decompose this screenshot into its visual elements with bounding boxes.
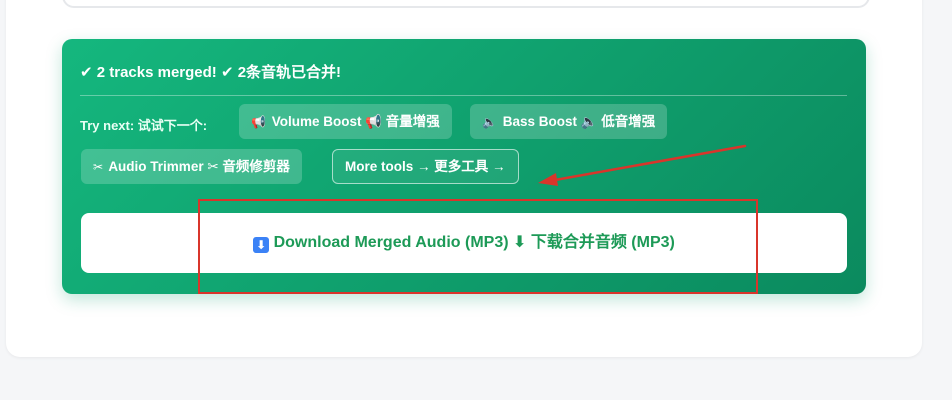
bass-boost-button[interactable]: 🔈 Bass Boost 🔈 低音增强: [470, 104, 668, 139]
volume-boost-button[interactable]: 📢 Volume Boost 📢 音量增强: [239, 104, 452, 139]
audio-trimmer-label: Audio Trimmer ✂ 音频修剪器: [108, 159, 290, 174]
divider: [80, 95, 847, 96]
try-next-label: Try next: 试试下一个:: [80, 118, 208, 133]
annotation-highlight-box: [198, 199, 758, 294]
scissors-icon: ✂: [93, 160, 104, 174]
speaker-icon: 🔈: [482, 115, 497, 129]
success-message: ✔ 2 tracks merged! ✔ 2条音轨已合并!: [80, 64, 342, 81]
more-tools-button[interactable]: More tools → 更多工具 →: [332, 149, 519, 184]
previous-section-box: [62, 0, 870, 8]
bass-boost-label: Bass Boost 🔈 低音增强: [502, 114, 656, 129]
megaphone-icon: 📢: [251, 115, 266, 129]
volume-boost-label: Volume Boost 📢 音量增强: [271, 114, 440, 129]
audio-trimmer-button[interactable]: ✂ Audio Trimmer ✂ 音频修剪器: [81, 149, 302, 184]
